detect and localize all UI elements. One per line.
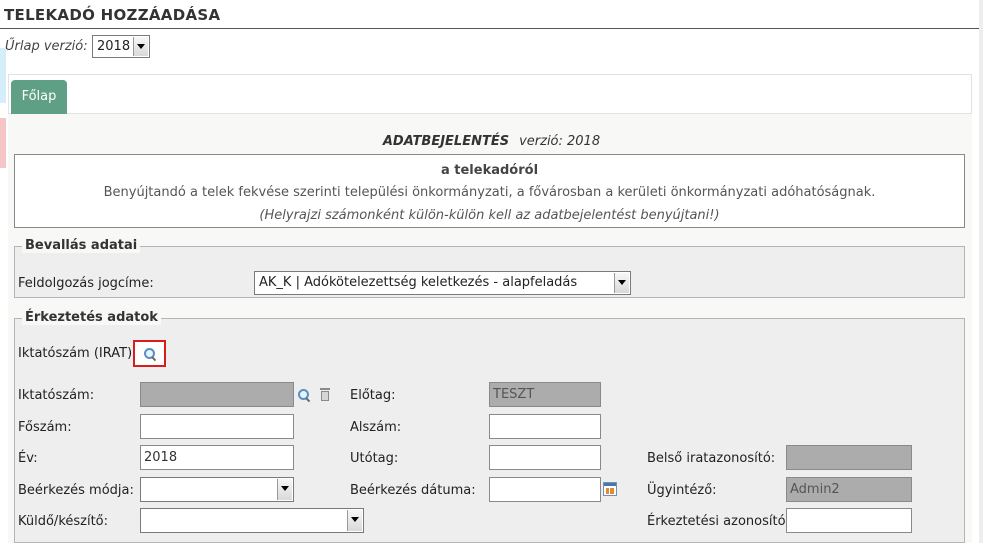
foszam-label: Főszám: [18, 420, 72, 435]
jogcim-value: AK_K | Adókötelezettség keletkezés - ala… [259, 275, 578, 290]
form-version-value: 2018 [97, 39, 131, 54]
declaration-info-box: a telekadóról Benyújtandó a telek fekvés… [14, 154, 965, 228]
scrollbar-track[interactable] [979, 0, 983, 543]
utotag-field[interactable] [489, 445, 601, 470]
alszam-field[interactable] [489, 414, 601, 439]
ev-label: Év: [18, 451, 38, 466]
beerkezes-datuma-label: Beérkezés dátuma: [350, 483, 476, 498]
declaration-note: (Helyrajzi számonként külön-külön kell a… [259, 208, 720, 223]
foszam-field[interactable] [140, 414, 294, 439]
search-icon[interactable] [298, 389, 311, 403]
declaration-description: Benyújtandó a telek fekvése szerinti tel… [103, 185, 876, 200]
utotag-label: Utótag: [350, 451, 399, 466]
kuldo-keszito-select[interactable] [140, 508, 364, 533]
side-panel-edge [0, 48, 6, 103]
declaration-title: ADATBEJELENTÉS [382, 134, 510, 149]
declaration-heading: ADATBEJELENTÉS verzió: 2018 [0, 134, 983, 149]
declaration-version: verzió: 2018 [519, 134, 601, 149]
tab-folap[interactable]: Főlap [11, 80, 67, 114]
chevron-down-icon[interactable] [614, 273, 629, 293]
form-version-label: Űrlap verzió: [5, 39, 88, 54]
irat-label: Iktatószám (IRAT): [18, 346, 137, 361]
erkeztetesi-azonosito-field[interactable] [786, 508, 912, 533]
jogcim-label: Feldolgozás jogcíme: [18, 276, 154, 291]
title-divider [0, 28, 980, 29]
belso-iratazonosito-field [786, 445, 912, 470]
irat-search-button[interactable] [133, 340, 166, 367]
iktatoszam-field [140, 382, 294, 407]
belso-iratazonosito-label: Belső iratazonosító: [647, 451, 776, 466]
iktatoszam-label: Iktatószám: [18, 388, 95, 403]
calendar-icon[interactable] [603, 482, 617, 496]
beerkezes-modja-select[interactable] [140, 477, 294, 502]
alszam-label: Alszám: [350, 420, 402, 435]
kuldo-keszito-label: Küldő/készítő: [18, 514, 109, 529]
page-title: TELEKADÓ HOZZÁADÁSA [4, 6, 221, 24]
declaration-subtitle: a telekadóról [440, 163, 539, 178]
form-version-select[interactable]: 2018 [92, 35, 150, 58]
ugyintezo-label: Ügyintéző: [647, 483, 717, 498]
chevron-down-icon[interactable] [347, 510, 362, 531]
erkeztetesi-azonosito-label: Érkeztetési azonosító: [647, 514, 790, 529]
trash-icon[interactable] [320, 388, 330, 401]
ev-field[interactable]: 2018 [140, 445, 294, 470]
search-icon [144, 348, 157, 362]
ugyintezo-field: Admin2 [786, 477, 912, 502]
tab-bar [8, 74, 972, 114]
erkeztetes-legend: Érkeztetés adatok [22, 310, 161, 325]
elotag-field: TESZT [489, 382, 601, 407]
beerkezes-datuma-field[interactable] [489, 477, 601, 502]
bevallas-legend: Bevallás adatai [22, 238, 141, 253]
beerkezes-modja-label: Beérkezés módja: [18, 483, 134, 498]
jogcim-select[interactable]: AK_K | Adókötelezettség keletkezés - ala… [254, 271, 631, 295]
elotag-label: Előtag: [350, 388, 396, 403]
chevron-down-icon[interactable] [133, 37, 148, 56]
chevron-down-icon[interactable] [277, 479, 292, 500]
